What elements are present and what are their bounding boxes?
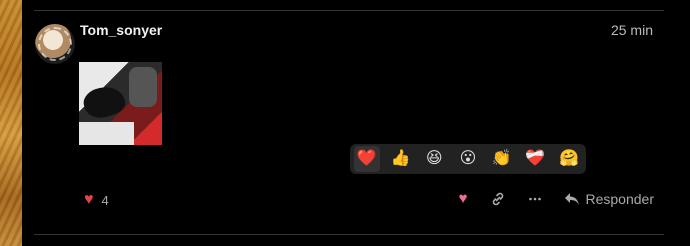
reply-button[interactable]: Responder: [564, 190, 655, 207]
post-time[interactable]: 25 min: [611, 22, 653, 38]
heart-icon: ♥: [458, 190, 468, 207]
reply-arrow-icon: [564, 192, 580, 206]
like-count-number: 4: [101, 192, 109, 208]
reply-label: Responder: [585, 190, 655, 207]
reaction-heart-mending-icon[interactable]: ❤️‍🩹: [522, 146, 548, 172]
reaction-clapping-icon[interactable]: 👏: [489, 146, 515, 172]
reaction-laughing-icon[interactable]: 😆: [421, 146, 447, 172]
link-icon: [490, 191, 506, 207]
like-button[interactable]: ♥: [459, 190, 468, 207]
divider-top: [34, 10, 664, 11]
reaction-thumbs-up-icon[interactable]: 👍: [388, 146, 414, 172]
heart-icon: ♥: [84, 191, 94, 208]
reaction-open-mouth-icon[interactable]: 😮: [455, 146, 481, 172]
reaction-heart-icon[interactable]: ❤️: [353, 146, 380, 172]
reaction-picker: ❤️ 👍 😆 😮 👏 ❤️‍🩹 🤗: [350, 144, 586, 174]
avatar[interactable]: [35, 24, 75, 64]
post-actions: ♥ Responder: [459, 190, 654, 207]
divider-bottom: [34, 234, 664, 235]
reaction-hug-icon[interactable]: 🤗: [556, 146, 582, 172]
like-count[interactable]: ♥ 4: [84, 192, 109, 208]
username[interactable]: Tom_sonyer: [80, 22, 162, 38]
left-background-strip: [0, 0, 22, 246]
more-options-button[interactable]: [528, 192, 542, 206]
share-link-button[interactable]: [490, 191, 506, 207]
ellipsis-icon: [528, 192, 542, 206]
post-image[interactable]: [79, 62, 162, 145]
